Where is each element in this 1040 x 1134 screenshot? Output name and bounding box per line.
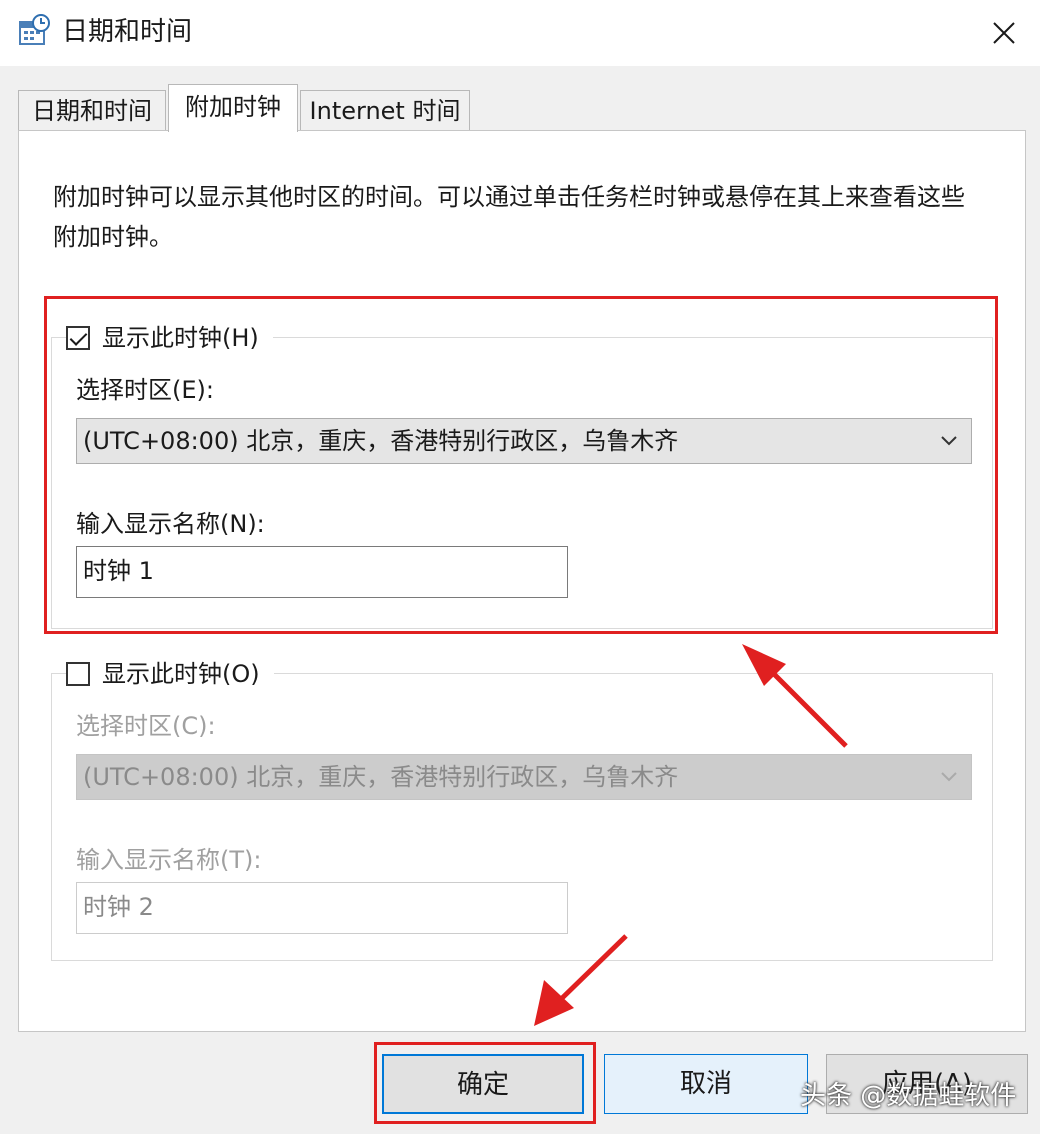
close-button[interactable] [968,0,1040,66]
clock2-name-input[interactable]: 时钟 2 [76,882,568,934]
cancel-button[interactable]: 取消 [604,1054,808,1114]
clock2-timezone-select[interactable]: (UTC+08:00) 北京，重庆，香港特别行政区，乌鲁木齐 [76,754,972,800]
chevron-down-icon [941,772,957,782]
clock1-checkbox[interactable] [66,326,90,350]
chevron-down-icon [941,436,957,446]
clock2-show-label: 显示此时钟(O) [102,660,260,688]
title-bar: 日期和时间 [0,0,1040,66]
clock1-show-label: 显示此时钟(H) [102,324,259,352]
clock2-tz-label: 选择时区(C): [76,712,216,740]
tab-date-time[interactable]: 日期和时间 [18,90,166,130]
description-text: 附加时钟可以显示其他时区的时间。可以通过单击任务栏时钟或悬停在其上来查看这些附加… [53,183,965,251]
clock2-name-label: 输入显示名称(T): [76,846,262,874]
clock1-group: 显示此时钟(H) 选择时区(E): (UTC+08:00) 北京，重庆，香港特别… [51,318,993,629]
ok-button[interactable]: 确定 [382,1054,584,1114]
clock2-checkbox[interactable] [66,662,90,686]
tab-panel: 附加时钟可以显示其他时区的时间。可以通过单击任务栏时钟或悬停在其上来查看这些附加… [18,130,1026,1032]
calendar-clock-icon [19,14,50,45]
clock2-show-toggle[interactable]: 显示此时钟(O) [66,654,274,694]
clock1-timezone-select[interactable]: (UTC+08:00) 北京，重庆，香港特别行政区，乌鲁木齐 [76,418,972,464]
tab-internet-time[interactable]: Internet 时间 [300,90,470,130]
clock1-name-label: 输入显示名称(N): [76,510,265,538]
clock1-tz-value: (UTC+08:00) 北京，重庆，香港特别行政区，乌鲁木齐 [83,427,679,455]
watermark-text: 头条 @数据蛙软件 [800,1081,1017,1111]
tab-additional-clocks[interactable]: 附加时钟 [168,84,298,132]
clock2-tz-value: (UTC+08:00) 北京，重庆，香港特别行政区，乌鲁木齐 [83,763,679,791]
clock1-show-toggle[interactable]: 显示此时钟(H) [66,318,273,358]
close-icon [993,22,1015,44]
window-title: 日期和时间 [62,17,193,47]
clock1-name-input[interactable]: 时钟 1 [76,546,568,598]
clock1-tz-label: 选择时区(E): [76,376,214,404]
clock2-group: 显示此时钟(O) 选择时区(C): (UTC+08:00) 北京，重庆，香港特别… [51,654,993,961]
